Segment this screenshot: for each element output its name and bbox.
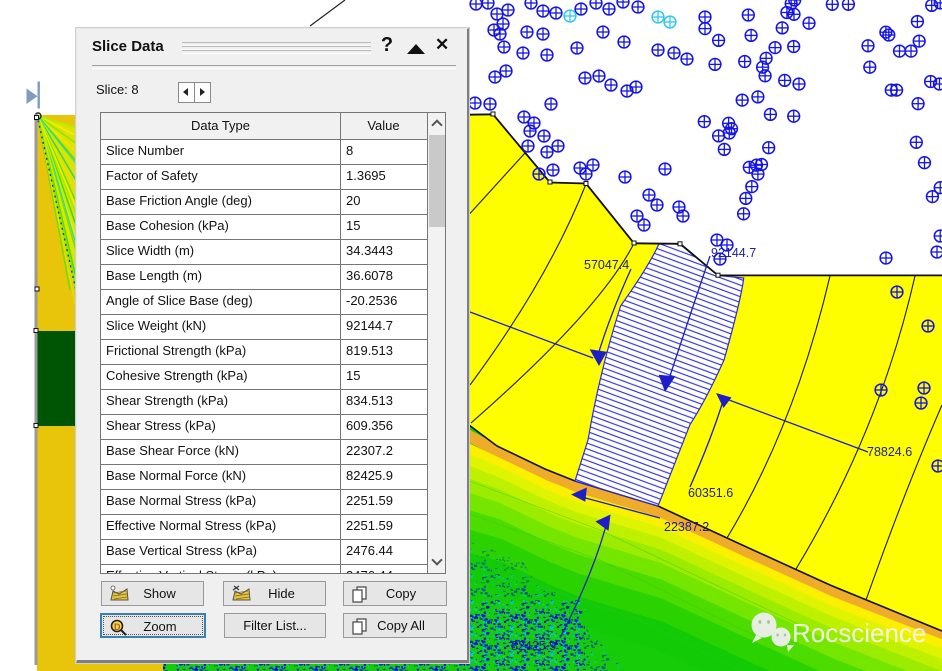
svg-text:82425.9: 82425.9 — [511, 639, 556, 653]
svg-text:78824.6: 78824.6 — [867, 445, 912, 459]
svg-text:60351.6: 60351.6 — [688, 486, 733, 500]
svg-text:D: D — [114, 622, 121, 632]
svg-text:57047.4: 57047.4 — [584, 258, 629, 272]
svg-text:Rocscience: Rocscience — [792, 618, 926, 648]
svg-text:22387.2: 22387.2 — [664, 520, 709, 534]
